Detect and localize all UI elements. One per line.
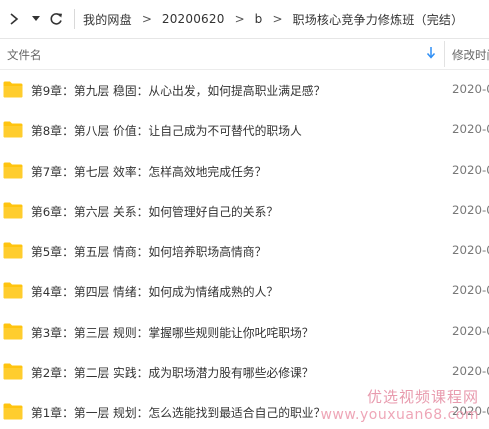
folder-icon [3,242,23,259]
folder-icon [3,323,23,340]
breadcrumb-separator: > [272,12,283,26]
folder-icon [3,162,23,179]
breadcrumb-folder-b[interactable]: b [253,12,265,26]
file-row[interactable]: 第2章：第二层 实践：成为职场潜力股有哪些必修课？ 2020-06-20 [0,352,489,392]
file-row[interactable]: 第3章：第三层 规则：掌握哪些规则能让你叱咤职场？ 2020-06-20 [0,312,489,352]
file-browser-window: 我的网盘 > 20200620 > b > 职场核心竞争力修炼班（完结） 文件名… [0,0,489,429]
navigation-bar: 我的网盘 > 20200620 > b > 职场核心竞争力修炼班（完结） [0,0,489,38]
back-arrow-icon[interactable] [0,0,28,38]
sort-descending-icon[interactable] [426,46,436,62]
folder-icon [3,202,23,219]
file-modified-date: 2020-06-20 [452,404,489,419]
breadcrumb-separator: > [141,12,152,26]
file-row[interactable]: 第5章：第五层 情商：如何培养职场高情商？ 2020-06-20 [0,231,489,271]
folder-icon [3,282,23,299]
file-modified-date: 2020-06-20 [452,364,489,379]
breadcrumb: 我的网盘 > 20200620 > b > 职场核心竞争力修炼班（完结） [81,11,465,28]
file-name[interactable]: 第5章：第五层 情商：如何培养职场高情商？ [31,243,266,260]
file-row[interactable]: 第7章：第七层 效率：怎样高效地完成任务？ 2020-06-20 [0,151,489,191]
column-header: 文件名 修改时间 [0,38,489,70]
refresh-icon[interactable] [44,0,68,38]
file-row[interactable]: 第8章：第八层 价值：让自己成为不可替代的职场人 2020-06-20 [0,110,489,150]
breadcrumb-my-drive[interactable]: 我的网盘 [81,11,134,28]
file-name[interactable]: 第8章：第八层 价值：让自己成为不可替代的职场人 [31,122,302,139]
nav-divider [74,9,75,29]
folder-icon [3,81,23,98]
file-modified-date: 2020-06-20 [452,162,489,177]
file-row[interactable]: 第4章：第四层 情绪：如何成为情绪成熟的人？ 2020-06-20 [0,271,489,311]
file-name[interactable]: 第7章：第七层 效率：怎样高效地完成任务？ [31,163,266,180]
file-row[interactable]: 第1章：第一层 规划：怎么选能找到最适合自己的职业？ 2020-06-20 [0,392,489,429]
file-modified-date: 2020-06-20 [452,202,489,217]
column-divider[interactable] [444,41,445,67]
breadcrumb-folder-20200620[interactable]: 20200620 [160,12,227,26]
breadcrumb-separator: > [234,12,245,26]
file-name[interactable]: 第3章：第三层 规则：掌握哪些规则能让你叱咤职场？ [31,324,314,341]
history-dropdown-icon[interactable] [28,0,44,38]
file-name[interactable]: 第6章：第六层 关系：如何管理好自己的关系？ [31,203,278,220]
column-filename[interactable]: 文件名 [7,47,42,63]
file-modified-date: 2020-06-20 [452,82,489,96]
file-modified-date: 2020-06-20 [452,122,489,137]
file-modified-date: 2020-06-20 [452,243,489,258]
folder-icon [3,363,23,380]
breadcrumb-current-folder[interactable]: 职场核心竞争力修炼班（完结） [291,11,466,28]
file-row[interactable]: 第6章：第六层 关系：如何管理好自己的关系？ 2020-06-20 [0,191,489,231]
file-row[interactable]: 第9章：第九层 稳固：从心出发，如何提高职业满足感？ 2020-06-20 [0,70,489,110]
file-name[interactable]: 第4章：第四层 情绪：如何成为情绪成熟的人？ [31,283,278,300]
file-name[interactable]: 第9章：第九层 稳固：从心出发，如何提高职业满足感？ [31,82,325,99]
column-modified-time[interactable]: 修改时间 [452,47,489,63]
file-modified-date: 2020-06-20 [452,323,489,338]
folder-icon [3,121,23,138]
file-list: 第9章：第九层 稳固：从心出发，如何提高职业满足感？2020-06-20第8章：… [0,70,489,429]
file-modified-date: 2020-06-20 [452,283,489,298]
file-name[interactable]: 第2章：第二层 实践：成为职场潜力股有哪些必修课？ [31,364,314,381]
file-name[interactable]: 第1章：第一层 规划：怎么选能找到最适合自己的职业？ [31,404,325,421]
folder-icon [3,403,23,420]
